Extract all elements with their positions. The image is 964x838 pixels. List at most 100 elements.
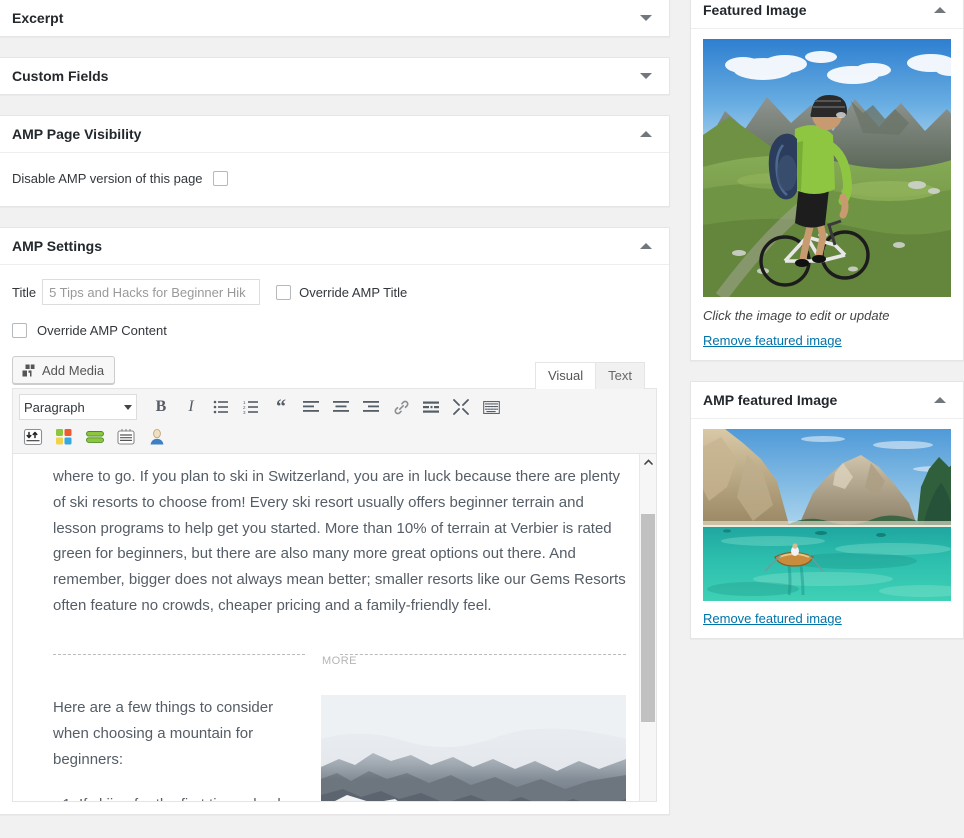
editor-content-area[interactable]: where to go. If you plan to ski in Switz… — [13, 454, 656, 801]
sidebar-column: Featured Image Click the image to edit o… — [690, 0, 964, 659]
featured-image-thumbnail[interactable] — [703, 39, 951, 297]
more-tag-divider: MORE — [53, 647, 626, 667]
toolbar-row-2 — [19, 421, 650, 451]
remove-featured-image-link[interactable]: Remove featured image — [703, 333, 842, 348]
tab-visual[interactable]: Visual — [534, 362, 597, 389]
amp-settings-header[interactable]: AMP Settings — [0, 228, 669, 265]
featured-image-caption: Click the image to edit or update — [703, 308, 890, 323]
excerpt-panel-title: Excerpt — [12, 10, 64, 26]
toolbar-row-1: Paragraph B I 1 2 3 “ — [19, 393, 650, 421]
content-blocks-icon[interactable] — [81, 424, 109, 450]
editor-scrollbar-thumb[interactable] — [641, 514, 655, 722]
amp-title-input[interactable] — [42, 279, 261, 305]
featured-image-title: Featured Image — [703, 2, 807, 18]
shortcodes-grid-icon[interactable] — [50, 424, 78, 450]
amp-title-label: Title — [12, 284, 37, 300]
author-avatar-icon[interactable] — [143, 424, 171, 450]
fullscreen-icon[interactable] — [447, 394, 475, 420]
insert-more-icon[interactable] — [417, 394, 445, 420]
triangle-down-shape — [640, 73, 652, 79]
amp-page-visibility-panel: AMP Page Visibility Disable AMP version … — [0, 115, 670, 207]
bold-icon[interactable]: B — [147, 394, 175, 420]
amp-settings-panel: AMP Settings Title Override AMP Title Ov… — [0, 227, 670, 815]
chevron-up-icon[interactable] — [640, 454, 656, 470]
list-item: If skiing for the first time, check out … — [79, 792, 314, 801]
foggy-mountain-photo — [321, 694, 626, 801]
override-amp-content-checkbox[interactable] — [12, 323, 27, 338]
paragraph-format-value: Paragraph — [24, 399, 85, 415]
custom-fields-panel-title: Custom Fields — [12, 68, 109, 84]
editor-ordered-list: If skiing for the first time, check out … — [53, 792, 314, 801]
align-left-icon[interactable] — [297, 394, 325, 420]
editor-format-toolbar: Paragraph B I 1 2 3 “ — [13, 389, 656, 454]
turquoise-alpine-lake-rowboat-photo — [703, 429, 951, 601]
amp-settings-title: AMP Settings — [12, 238, 102, 254]
amp-settings-body: Title Override AMP Title Override AMP Co… — [0, 265, 669, 814]
amp-featured-image-header[interactable]: AMP featured Image — [691, 382, 963, 419]
override-amp-content-label: Override AMP Content — [37, 323, 167, 338]
amp-featured-image-thumbnail[interactable] — [703, 429, 951, 601]
more-dash-right — [339, 653, 626, 655]
triangle-down-shape — [640, 15, 652, 21]
mountain-biker-alpine-valley-photo — [703, 39, 951, 297]
override-amp-title-checkbox[interactable] — [276, 284, 292, 300]
editor-paragraph-2: Here are a few things to consider when c… — [53, 698, 274, 769]
chevron-down-icon — [124, 404, 132, 410]
more-tag-label: MORE — [314, 654, 365, 667]
tab-text[interactable]: Text — [595, 362, 645, 389]
main-column: Excerpt Custom Fields AMP Page Visibilit… — [0, 0, 670, 838]
override-amp-title-label: Override AMP Title — [299, 284, 408, 300]
remove-amp-featured-image-link[interactable]: Remove featured image — [703, 611, 842, 626]
amp-page-visibility-title: AMP Page Visibility — [12, 126, 142, 142]
triangle-up-shape — [934, 7, 946, 13]
link-icon[interactable] — [387, 394, 415, 420]
chevron-up-icon[interactable] — [633, 116, 659, 152]
media-icon — [21, 363, 36, 378]
custom-fields-panel-header[interactable]: Custom Fields — [0, 58, 669, 94]
triangle-up-shape — [640, 131, 652, 137]
override-amp-content-row: Override AMP Content — [12, 319, 657, 342]
align-center-icon[interactable] — [327, 394, 355, 420]
disable-amp-checkbox[interactable] — [212, 171, 228, 186]
disable-amp-label: Disable AMP version of this page — [12, 171, 203, 186]
editor-scrollbar[interactable] — [639, 454, 656, 801]
chevron-up-icon[interactable] — [633, 228, 659, 264]
excerpt-panel: Excerpt — [0, 0, 670, 37]
add-media-button[interactable]: Add Media — [12, 356, 116, 384]
italic-icon[interactable]: I — [177, 394, 205, 420]
featured-image-panel: Featured Image Click the image to edit o… — [690, 0, 964, 361]
align-right-icon[interactable] — [357, 394, 385, 420]
inline-content-image[interactable] — [321, 694, 626, 801]
amp-title-row: Title Override AMP Title — [12, 279, 657, 305]
bulleted-list-icon[interactable] — [207, 394, 235, 420]
layout-list-icon[interactable] — [112, 424, 140, 450]
wordpress-post-editor-screen: Excerpt Custom Fields AMP Page Visibilit… — [0, 0, 964, 838]
editor-content-inner: where to go. If you plan to ski in Switz… — [13, 454, 656, 801]
toolbar-toggle-icon[interactable] — [477, 394, 505, 420]
chevron-up-icon[interactable] — [927, 382, 953, 418]
excerpt-panel-header[interactable]: Excerpt — [0, 0, 669, 36]
numbered-list-icon[interactable]: 1 2 3 — [237, 394, 265, 420]
blockquote-icon[interactable]: “ — [267, 394, 295, 420]
chevron-down-icon[interactable] — [633, 0, 659, 36]
editor-paragraph-1: where to go. If you plan to ski in Switz… — [53, 468, 626, 614]
amp-featured-image-body: Remove featured image — [691, 419, 963, 638]
editor-mode-tabs: Visual Text — [534, 362, 645, 389]
amp-page-visibility-header[interactable]: AMP Page Visibility — [0, 116, 669, 153]
featured-image-header[interactable]: Featured Image — [691, 0, 963, 29]
paragraph-format-select[interactable]: Paragraph — [19, 394, 137, 420]
insert-read-more-icon[interactable] — [19, 424, 47, 450]
amp-featured-image-panel: AMP featured Image Remove featured image — [690, 381, 964, 639]
more-dash-left — [53, 653, 306, 655]
chevron-down-icon[interactable] — [633, 58, 659, 94]
triangle-up-shape — [640, 243, 652, 249]
editor-toolbar-top: Add Media Visual Text — [12, 356, 657, 389]
svg-text:3: 3 — [243, 410, 246, 414]
editor-wrapper: Paragraph B I 1 2 3 “ where to go. If yo… — [12, 388, 657, 802]
disable-amp-row: Disable AMP version of this page — [12, 167, 657, 190]
triangle-up-shape — [934, 397, 946, 403]
add-media-label: Add Media — [42, 362, 105, 378]
chevron-up-icon[interactable] — [927, 0, 953, 28]
featured-image-body: Click the image to edit or update Remove… — [691, 29, 963, 360]
custom-fields-panel: Custom Fields — [0, 57, 670, 95]
